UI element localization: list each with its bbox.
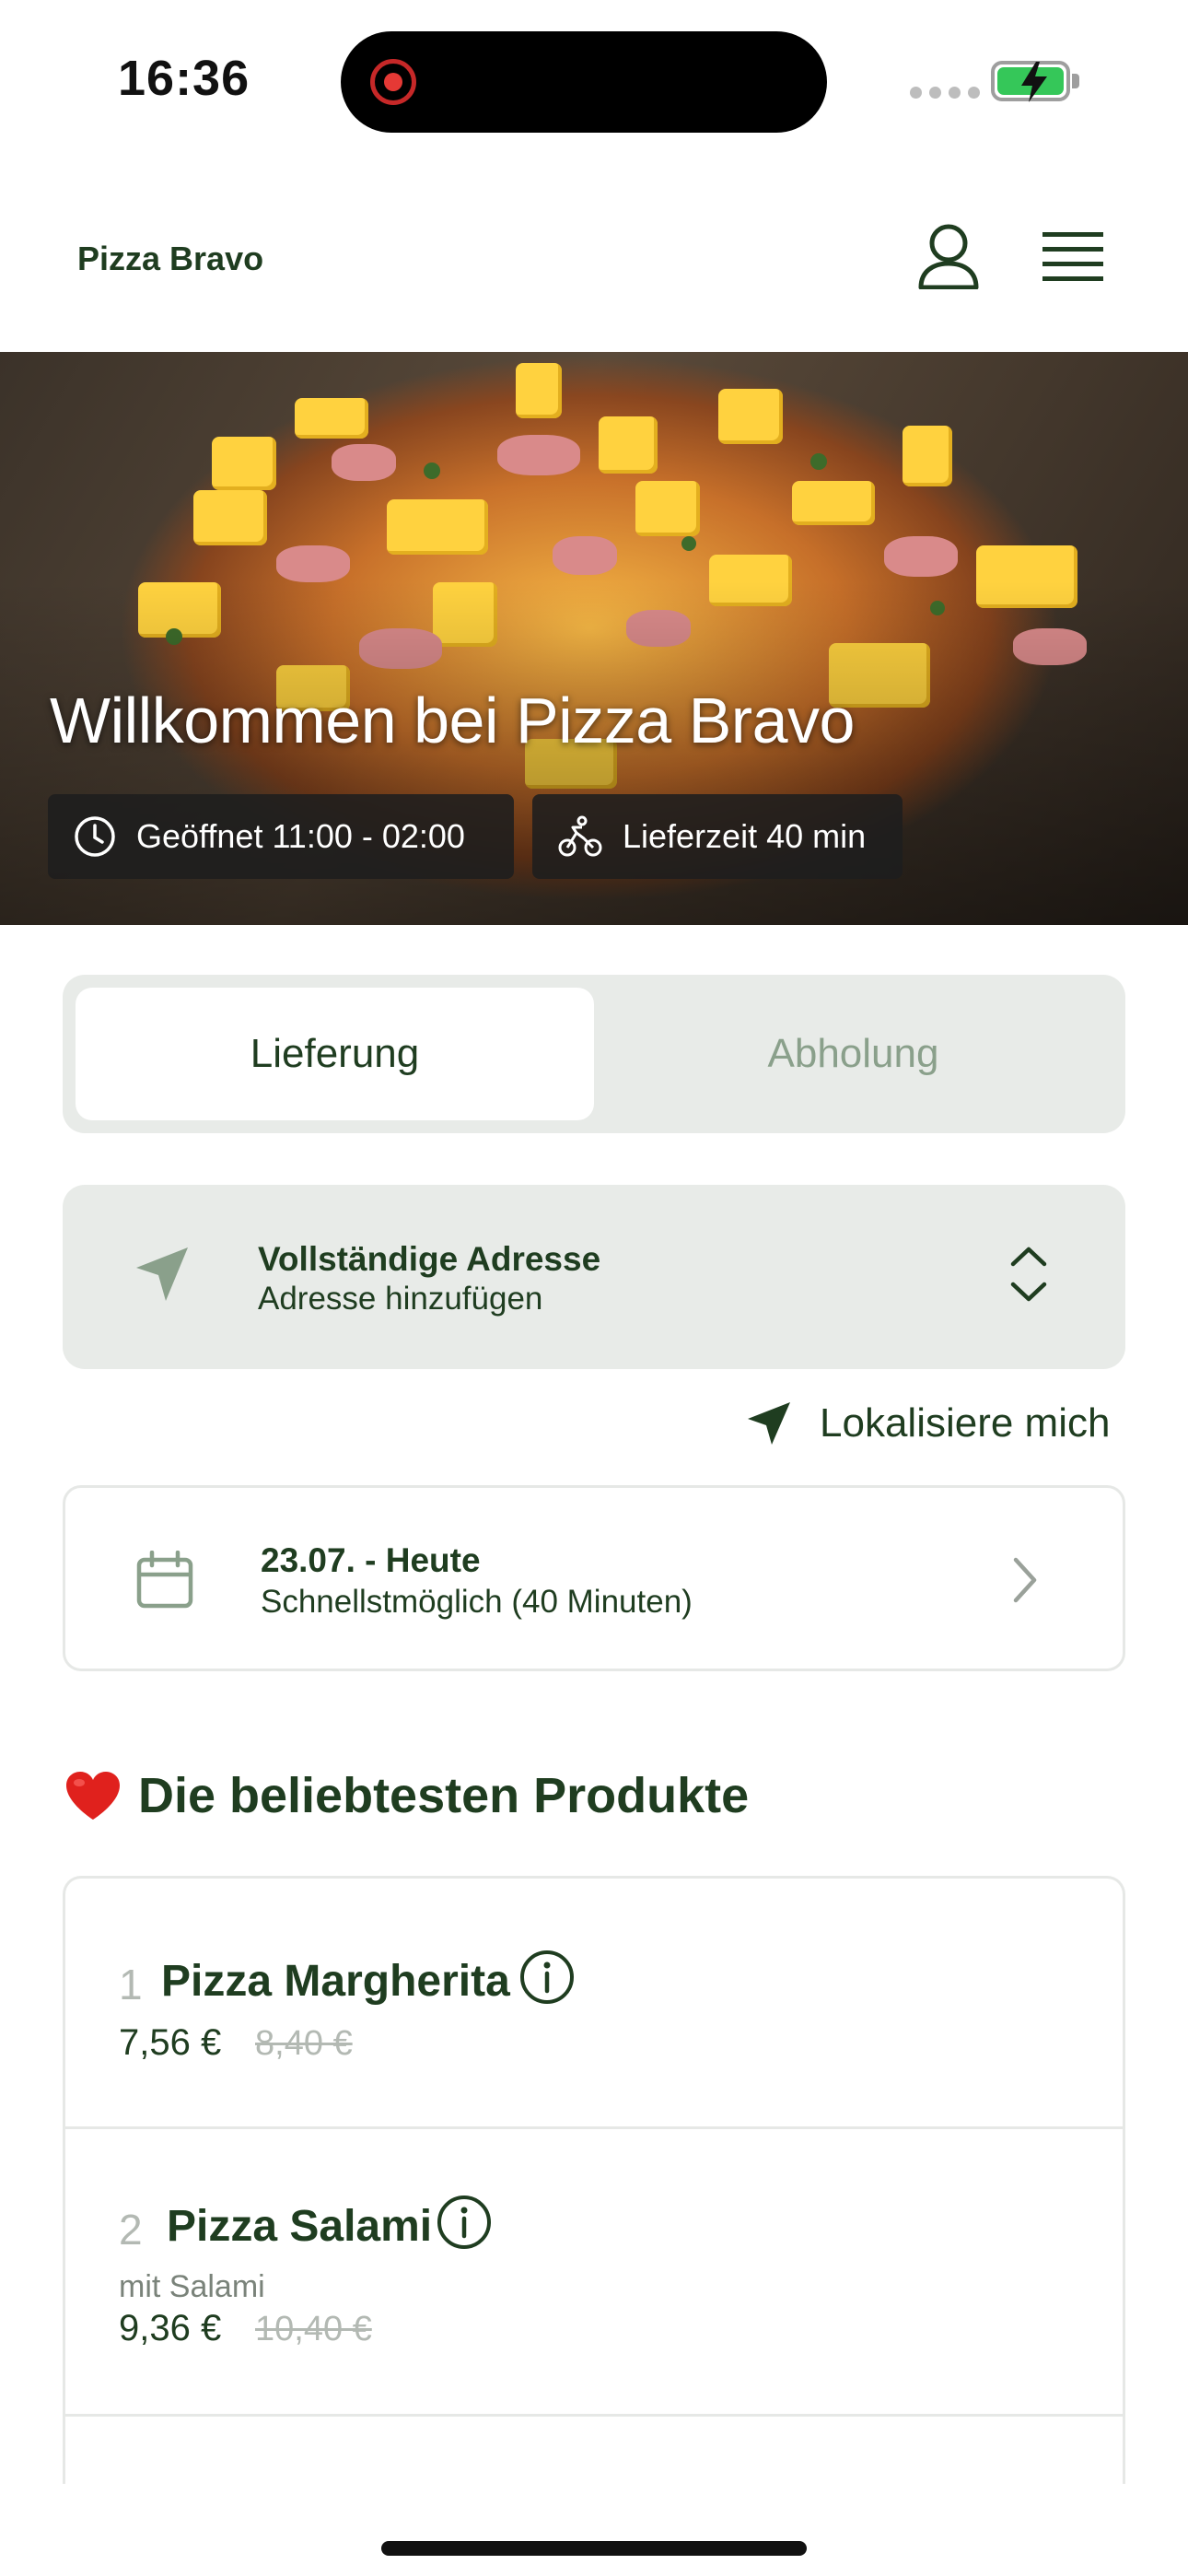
popular-products-title: Die beliebtesten Produkte	[138, 1768, 750, 1823]
address-title: Vollständige Adresse	[258, 1240, 601, 1278]
chevron-up-down-icon	[1010, 1247, 1047, 1302]
clock-icon	[75, 816, 115, 857]
app-header: Pizza Bravo	[0, 184, 1188, 350]
product-rank: 1	[119, 1961, 143, 2008]
status-bar: 16:36	[0, 0, 1188, 157]
signal-icon	[910, 87, 980, 99]
tab-pickup[interactable]: Abholung	[594, 988, 1112, 1120]
product-price: 9,36 €	[119, 2308, 222, 2348]
product-old-price: 10,40 €	[255, 2310, 372, 2348]
opening-hours-text: Geöffnet 11:00 - 02:00	[136, 817, 465, 855]
delivery-time-badge: Lieferzeit 40 min	[532, 794, 903, 879]
product-price: 7,56 €	[119, 2022, 222, 2063]
menu-icon[interactable]	[1042, 230, 1103, 282]
popular-products-heading: Die beliebtesten Produkte	[64, 1767, 749, 1824]
info-icon[interactable]	[436, 2194, 493, 2251]
delivery-time-selector[interactable]: 23.07. - Heute Schnellstmöglich (40 Minu…	[63, 1485, 1125, 1671]
dynamic-island	[341, 31, 827, 133]
product-list: 1 Pizza Margherita 7,56 € 8,40 € 2 Pizza…	[63, 1876, 1125, 2484]
opening-hours-badge: Geöffnet 11:00 - 02:00	[48, 794, 514, 879]
home-indicator[interactable]	[381, 2541, 807, 2556]
recording-indicator-icon	[370, 59, 416, 105]
list-item[interactable]	[65, 2417, 1123, 2472]
status-time: 16:36	[118, 51, 250, 106]
heart-icon	[66, 1772, 120, 1820]
locate-me-button[interactable]: Lokalisiere mich	[746, 1400, 1110, 1446]
address-selector[interactable]: Vollständige Adresse Adresse hinzufügen	[63, 1185, 1125, 1369]
navigation-arrow-icon	[748, 1402, 790, 1445]
bicycle-icon	[558, 815, 602, 857]
order-type-toggle: Lieferung Abholung	[63, 975, 1125, 1133]
battery-icon	[991, 61, 1070, 102]
product-item[interactable]: 1 Pizza Margherita 7,56 € 8,40 €	[65, 1879, 1123, 2129]
navigation-arrow-icon	[136, 1247, 188, 1301]
product-old-price: 8,40 €	[255, 2024, 353, 2063]
tab-delivery[interactable]: Lieferung	[76, 988, 594, 1120]
product-name: Pizza Margherita	[161, 1957, 510, 2006]
product-item[interactable]: 2 Pizza Salami mit Salami 9,36 € 10,40 €	[65, 2129, 1123, 2417]
date-title: 23.07. - Heute	[261, 1541, 481, 1579]
charging-bolt-icon	[1021, 62, 1047, 102]
brand-name[interactable]: Pizza Bravo	[77, 240, 263, 278]
hero-banner: Willkommen bei Pizza Bravo Geöffnet 11:0…	[0, 352, 1188, 925]
calendar-icon	[136, 1551, 193, 1609]
locate-me-label: Lokalisiere mich	[820, 1400, 1111, 1446]
welcome-title: Willkommen bei Pizza Bravo	[50, 685, 855, 756]
delivery-time-text: Lieferzeit 40 min	[623, 817, 867, 855]
product-rank: 2	[119, 2206, 143, 2254]
info-icon[interactable]	[518, 1949, 576, 2006]
chevron-right-icon	[1013, 1557, 1037, 1603]
product-name: Pizza Salami	[167, 2202, 433, 2251]
date-subtitle: Schnellstmöglich (40 Minuten)	[261, 1584, 693, 1620]
product-description: mit Salami	[119, 2269, 265, 2304]
address-subtitle: Adresse hinzufügen	[258, 1281, 543, 1317]
user-icon[interactable]	[917, 223, 980, 289]
